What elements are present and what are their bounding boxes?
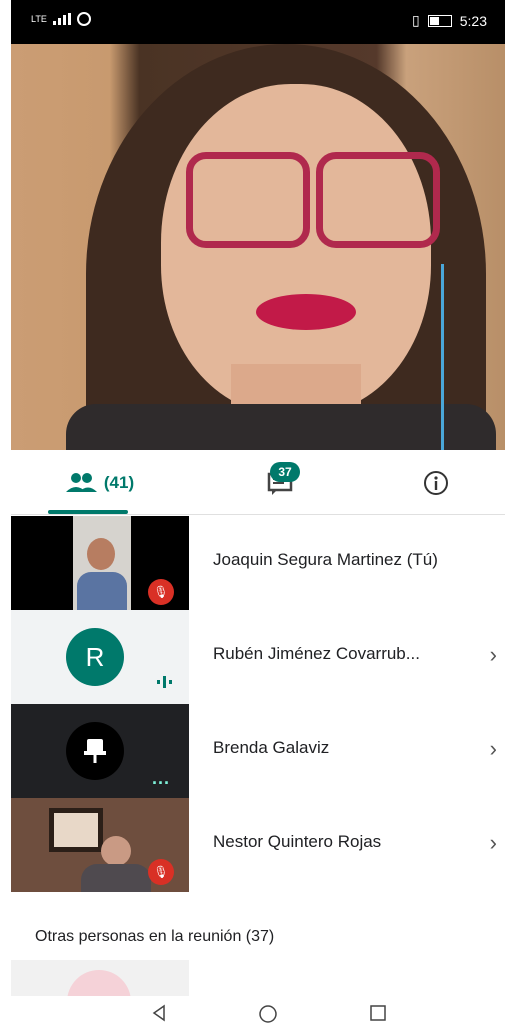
- video-person: [73, 516, 131, 610]
- navigation-bar: [0, 996, 516, 1034]
- participant-thumbnail: ...: [11, 704, 189, 798]
- people-count: (41): [103, 473, 135, 492]
- participant-thumbnail: 🎙: [11, 798, 189, 892]
- back-icon[interactable]: [150, 1004, 168, 1022]
- participant-name: Rubén Jiménez Covarrub...: [213, 644, 420, 663]
- clock: 5:23: [459, 12, 487, 29]
- location-icon: [76, 12, 91, 26]
- avatar-letter: R: [85, 641, 105, 672]
- more-activity-icon: ...: [152, 768, 171, 788]
- video-lips: [256, 294, 356, 330]
- participant-row[interactable]: 🎙 Nestor Quintero Rojas ›: [11, 798, 505, 892]
- participant-name: Brenda Galaviz: [213, 738, 330, 757]
- participant-row[interactable]: 🎙 Joaquin Segura Martinez (Tú): [11, 516, 505, 610]
- mic-off-icon: 🎙: [148, 579, 174, 605]
- video-person: [81, 834, 151, 892]
- speaking-icon: [157, 676, 172, 688]
- chat-badge: 37: [270, 462, 300, 482]
- participant-row[interactable]: R Rubén Jiménez Covarrub... ›: [11, 610, 505, 704]
- status-right: ▯ 5:23: [412, 12, 487, 29]
- tab-indicator: [48, 510, 128, 514]
- status-left: LTE: [31, 12, 91, 26]
- battery-icon: [427, 14, 452, 27]
- avatar: [66, 722, 124, 780]
- vibrate-icon: ▯: [412, 12, 420, 28]
- status-bar: LTE ▯ 5:23: [11, 0, 505, 44]
- people-icon: [65, 473, 97, 492]
- participant-thumbnail: R: [11, 610, 189, 704]
- main-video[interactable]: [11, 44, 505, 450]
- video-shirt: [66, 404, 496, 450]
- participant-row[interactable]: ... Brenda Galaviz ›: [11, 704, 505, 798]
- partial-avatar: [67, 970, 131, 996]
- tab-bar: (41): [11, 452, 505, 515]
- carrier-label: LTE: [31, 14, 47, 24]
- home-icon[interactable]: [258, 1004, 278, 1024]
- chevron-right-icon[interactable]: ›: [490, 642, 497, 668]
- glasses-left: [186, 152, 310, 248]
- mic-off-icon: 🎙: [148, 859, 174, 885]
- glasses-right: [316, 152, 440, 248]
- participant-name: Nestor Quintero Rojas: [213, 832, 382, 851]
- participant-thumbnail: 🎙: [11, 516, 189, 610]
- tab-people[interactable]: (41): [49, 452, 149, 514]
- participant-thumbnail[interactable]: [11, 960, 189, 996]
- avatar: R: [66, 628, 124, 686]
- tab-info[interactable]: [416, 452, 456, 514]
- chevron-right-icon[interactable]: ›: [490, 736, 497, 762]
- pin-icon: [84, 739, 106, 763]
- info-icon: [424, 471, 448, 495]
- section-title: Otras personas en la reunión (37): [35, 928, 275, 945]
- app-frame: LTE ▯ 5:23 (41) 37 🎙 Joaquin Segura Mart…: [0, 0, 516, 1034]
- chevron-right-icon[interactable]: ›: [490, 830, 497, 856]
- signal-icon: [52, 13, 71, 25]
- recent-apps-icon[interactable]: [369, 1004, 387, 1022]
- earphone-cord: [441, 264, 444, 450]
- participant-name: Joaquin Segura Martinez (Tú): [213, 550, 438, 569]
